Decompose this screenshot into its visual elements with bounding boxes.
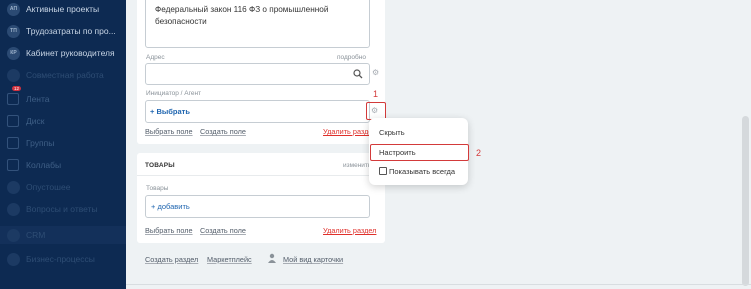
- project-avatar-icon: КР: [7, 46, 20, 60]
- marketplace-link[interactable]: Маркетплейс: [207, 255, 252, 264]
- qa-icon: [7, 202, 20, 216]
- goods-delete-section-link[interactable]: Удалить раздел: [323, 226, 376, 235]
- sidebar-item-label: Коллабы: [26, 160, 62, 170]
- user-card-icon: [268, 253, 276, 263]
- sidebar-item-label: CRM: [26, 230, 46, 240]
- select-button[interactable]: + Выбрать: [150, 107, 190, 116]
- sidebar-item-active-projects[interactable]: АП Активные проекты: [0, 0, 126, 20]
- search-icon[interactable]: [353, 69, 363, 79]
- sidebar-item-label: Бизнес-процессы: [26, 254, 95, 264]
- crm-icon: [7, 228, 20, 242]
- project-avatar-icon: ТП: [7, 24, 20, 38]
- goods-create-field-link[interactable]: Создать поле: [200, 226, 246, 235]
- menu-item-always-show[interactable]: Показывать всегда: [389, 167, 455, 176]
- sidebar-item-label: Совместная работа: [26, 70, 104, 80]
- sidebar-item-label: Трудозатраты по про...: [26, 26, 116, 36]
- feed-icon: [7, 93, 19, 105]
- sidebar-item-label: Кабинет руководителя: [26, 48, 115, 58]
- sidebar-item-label: Вопросы и ответы: [26, 204, 98, 214]
- project-avatar-icon: АП: [7, 2, 20, 16]
- select-field-link[interactable]: Выбрать поле: [145, 127, 193, 136]
- create-field-link[interactable]: Создать поле: [200, 127, 246, 136]
- initiator-label: Инициатор / Агент: [146, 90, 202, 97]
- collaboration-icon: [7, 68, 20, 82]
- collabs-icon: [7, 159, 19, 171]
- law-textarea[interactable]: Федеральный закон 116 ФЗ о промышленной …: [145, 0, 370, 48]
- step1-annotation: 1: [373, 89, 379, 99]
- groups-icon: [7, 137, 19, 149]
- goods-field[interactable]: + добавить: [145, 195, 370, 218]
- menu-item-hide[interactable]: Скрыть: [379, 128, 405, 137]
- disk-icon: [7, 115, 19, 127]
- always-show-checkbox[interactable]: [379, 167, 387, 175]
- business-process-icon: [7, 252, 20, 266]
- initiator-settings-gear-icon[interactable]: ⚙: [371, 106, 378, 116]
- scrollbar-thumb[interactable]: [742, 116, 749, 286]
- goods-select-field-link[interactable]: Выбрать поле: [145, 226, 193, 235]
- initiator-field[interactable]: + Выбрать: [145, 100, 370, 123]
- sidebar-item-collabs[interactable]: Коллабы: [0, 154, 126, 176]
- polls-icon: [7, 180, 20, 194]
- bottom-divider: [126, 284, 751, 285]
- feed-counter-badge: 12: [12, 86, 22, 91]
- sidebar-item-feed[interactable]: 12 Лента: [0, 86, 126, 110]
- sidebar-item-manager-cabinet[interactable]: КР Кабинет руководителя: [0, 42, 126, 64]
- goods-divider: [137, 175, 385, 176]
- sidebar-item-label: Активные проекты: [26, 4, 100, 14]
- create-section-link[interactable]: Создать раздел: [145, 255, 198, 264]
- sidebar-item-disk[interactable]: Диск: [0, 110, 126, 132]
- sidebar-item-label: Диск: [26, 116, 45, 126]
- scrollbar-track[interactable]: [740, 0, 751, 289]
- sidebar-item-label: Группы: [26, 138, 55, 148]
- sidebar-item-label: Опустошее: [26, 182, 71, 192]
- sidebar-item-qa[interactable]: Вопросы и ответы: [0, 198, 126, 220]
- sidebar-item-time-costs[interactable]: ТП Трудозатраты по про...: [0, 20, 126, 42]
- address-settings-gear-icon[interactable]: ⚙: [372, 68, 379, 78]
- sidebar-item-collaboration[interactable]: Совместная работа: [0, 64, 126, 86]
- sidebar-item-polls[interactable]: Опустошее: [0, 176, 126, 198]
- sidebar-item-label: Лента: [26, 94, 50, 104]
- step2-highlight-box: [370, 144, 469, 161]
- sidebar-item-business-processes[interactable]: Бизнес-процессы: [0, 248, 126, 270]
- goods-edit-link[interactable]: изменить: [343, 162, 371, 169]
- add-goods-button[interactable]: + добавить: [151, 202, 190, 211]
- sidebar-item-crm[interactable]: CRM: [0, 224, 126, 246]
- goods-label: Товары: [146, 185, 169, 192]
- sidebar-item-groups[interactable]: Группы: [0, 132, 126, 154]
- address-detail-link[interactable]: подробно: [337, 54, 366, 61]
- address-input[interactable]: [145, 63, 370, 85]
- my-card-view-link[interactable]: Мой вид карточки: [283, 255, 343, 264]
- step2-annotation: 2: [476, 148, 482, 158]
- law-text: Федеральный закон 116 ФЗ о промышленной …: [155, 5, 329, 26]
- sidebar: АП Активные проекты ТП Трудозатраты по п…: [0, 0, 126, 289]
- address-label: Адрес: [146, 54, 165, 61]
- goods-section-title: ТОВАРЫ: [145, 162, 175, 169]
